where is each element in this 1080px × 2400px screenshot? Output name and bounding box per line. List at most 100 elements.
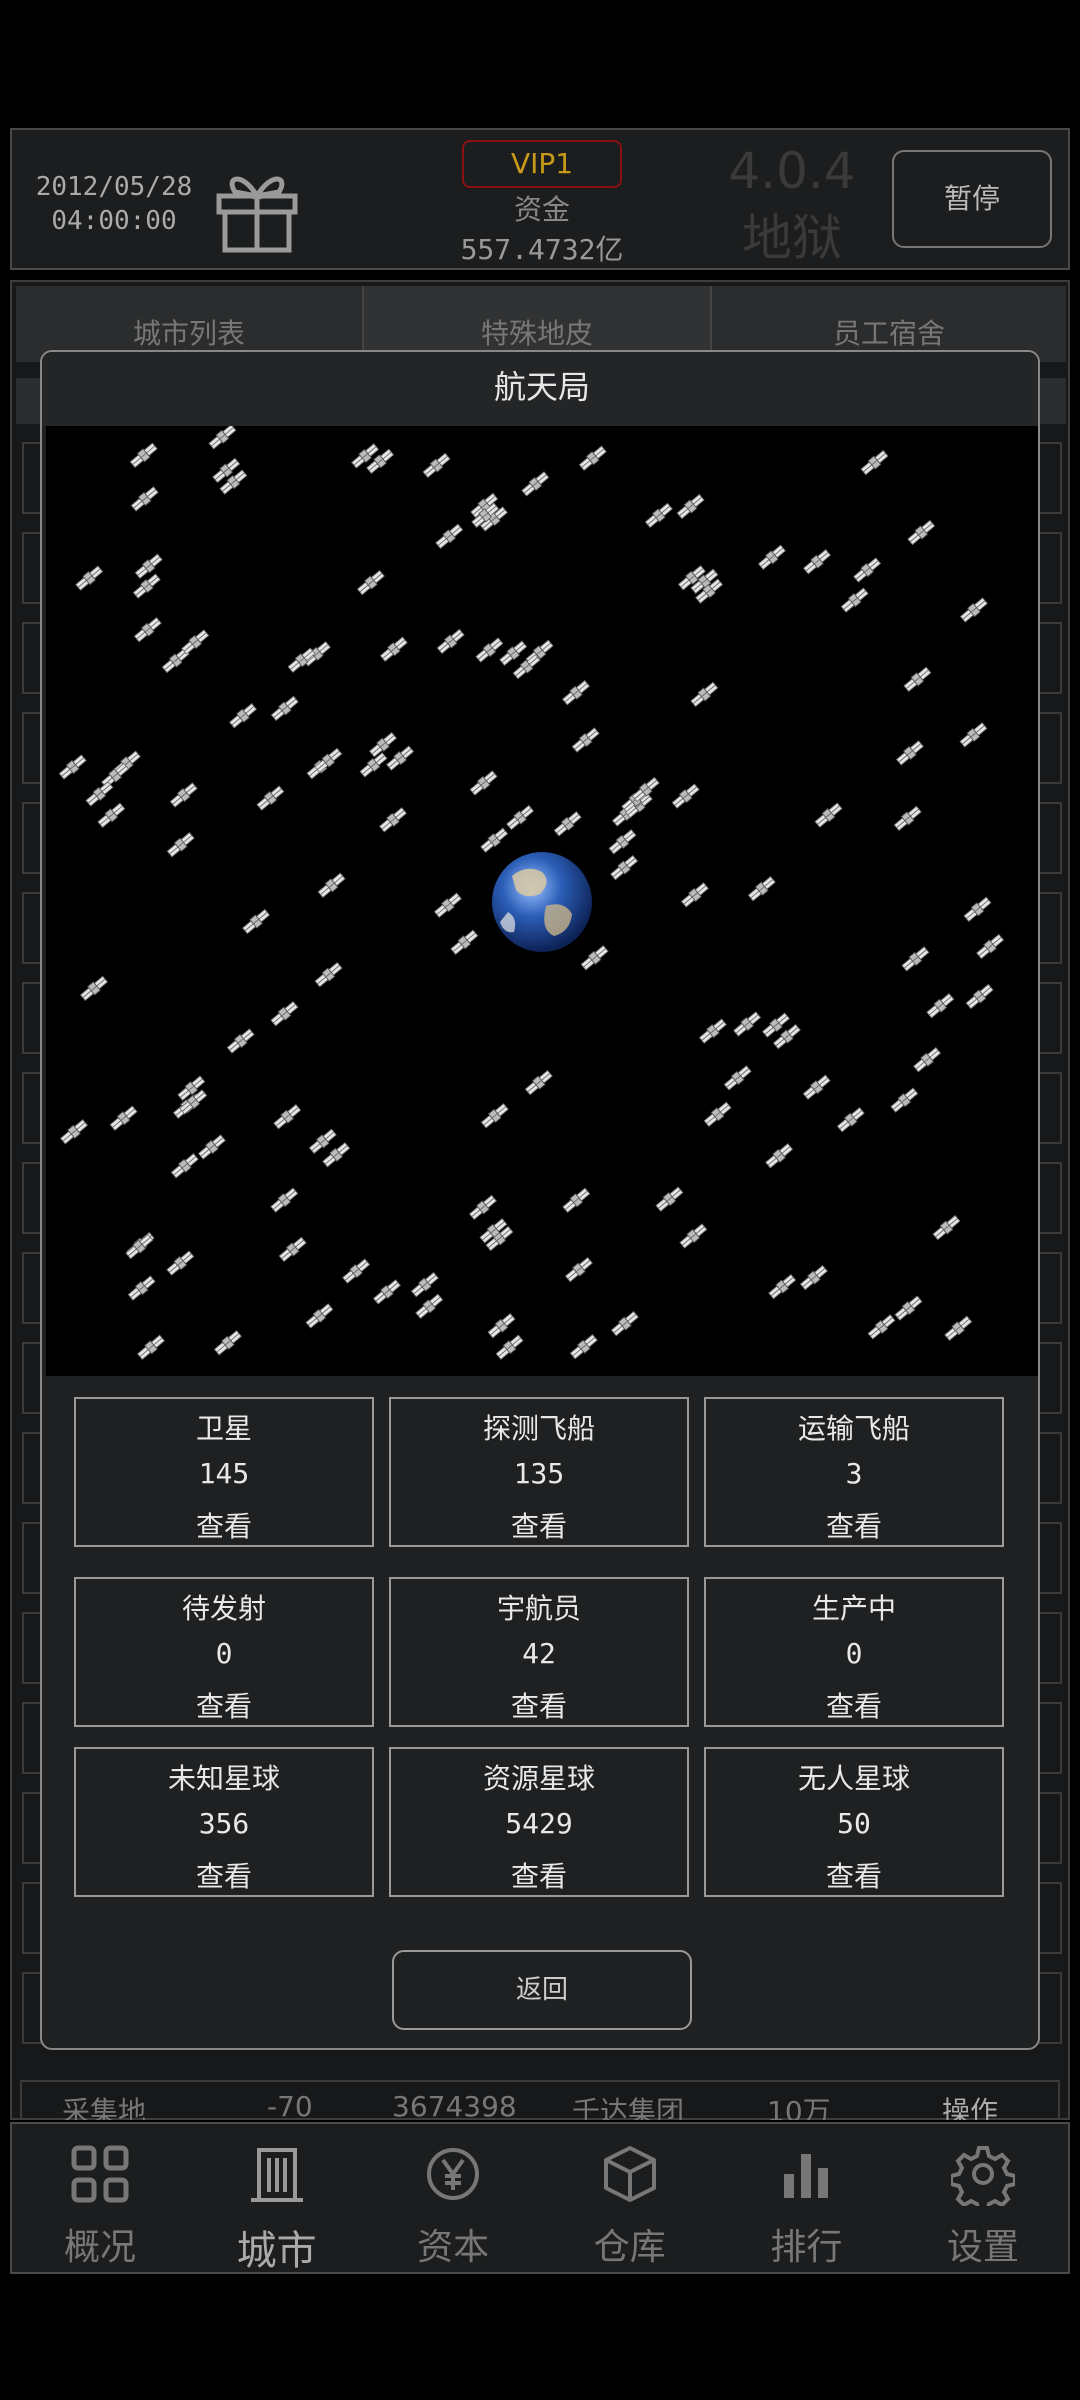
satellite-icon <box>494 1333 525 1362</box>
stat-value: 5429 <box>505 1807 573 1840</box>
stat-card: 资源星球 5429 查看 <box>389 1747 689 1897</box>
satellite-icon <box>675 492 706 521</box>
satellite-icon <box>272 1102 303 1131</box>
stat-label: 运输飞船 <box>797 1412 910 1445</box>
game-time: 04:00:00 <box>51 206 177 236</box>
satellite-icon <box>563 1255 594 1284</box>
satellite-icon <box>732 1010 763 1038</box>
satellite-icon <box>468 769 499 797</box>
nav-item-yen[interactable]: 资本 <box>365 2124 541 2272</box>
satellite-icon <box>912 1045 943 1074</box>
satellite-icon <box>434 522 465 551</box>
satellite-icon <box>689 680 720 709</box>
nav-label: 仓库 <box>593 2227 666 2268</box>
satellite-icon <box>523 1068 554 1097</box>
back-button[interactable]: 返回 <box>392 1950 692 2030</box>
satellite-icon <box>902 665 933 694</box>
satellite-icon <box>906 518 937 547</box>
view-button[interactable]: 查看 <box>391 1855 687 1895</box>
satellite-icon <box>212 1328 243 1357</box>
top-status-bar: 2012/05/28 04:00:00 VIP1 资金 557.4732亿 4.… <box>10 128 1070 270</box>
satellite-icon <box>552 809 583 838</box>
satellite-icon <box>561 678 591 707</box>
satellite-icon <box>859 448 890 477</box>
satellite-icon <box>802 547 832 576</box>
view-button[interactable]: 查看 <box>391 1505 687 1545</box>
satellite-icon <box>269 999 300 1028</box>
earth-icon <box>492 852 592 952</box>
satellite-icon <box>654 1185 685 1213</box>
satellite-icon <box>889 1086 920 1114</box>
view-button[interactable]: 查看 <box>391 1685 687 1725</box>
satellite-icon <box>670 782 701 810</box>
stat-label: 无人星球 <box>797 1762 910 1795</box>
list-cell: 10万 <box>767 2095 831 2120</box>
satellite-icon <box>378 635 409 664</box>
version-label: 4.0.4 <box>728 142 856 200</box>
view-button[interactable]: 查看 <box>76 1855 372 1895</box>
pause-button[interactable]: 暂停 <box>892 150 1052 248</box>
satellite-icon <box>577 444 608 473</box>
satellite-icon <box>643 501 674 530</box>
satellite-icon <box>756 543 787 572</box>
nav-item-box[interactable]: 仓库 <box>542 2124 718 2272</box>
satellite-icon <box>269 694 300 723</box>
satellite-icon <box>722 1064 753 1092</box>
satellite-icon <box>958 721 989 749</box>
satellite-icon <box>962 895 993 924</box>
satellite-icon <box>421 451 452 480</box>
game-datetime: 2012/05/28 04:00:00 <box>34 170 194 238</box>
satellite-icon <box>697 1017 728 1045</box>
gift-icon[interactable] <box>207 158 307 258</box>
stat-label: 未知星球 <box>167 1762 280 1795</box>
view-button[interactable]: 查看 <box>76 1685 372 1725</box>
satellite-icon <box>609 1309 640 1338</box>
stat-label: 待发射 <box>181 1592 266 1625</box>
vip-badge[interactable]: VIP1 <box>462 140 622 188</box>
satellite-icon <box>180 628 211 656</box>
list-item[interactable]: 采集地 -70 3674398 千达集团 10万 操作 <box>20 2080 1060 2120</box>
stat-label: 生产中 <box>811 1592 896 1625</box>
stat-value: 0 <box>845 1637 863 1670</box>
stat-card: 未知星球 356 查看 <box>74 1747 374 1897</box>
stat-card: 探测飞船 135 查看 <box>389 1397 689 1547</box>
difficulty-label: 地狱 <box>742 209 842 267</box>
satellite-icon <box>385 744 416 772</box>
fund-label: 资金 <box>513 193 570 226</box>
view-button[interactable]: 查看 <box>706 1505 1002 1545</box>
stat-card: 无人星球 50 查看 <box>704 1747 1004 1897</box>
satellite-icon <box>702 1100 733 1129</box>
view-button[interactable]: 查看 <box>76 1505 372 1545</box>
satellite-icon <box>894 739 925 767</box>
satellite-icon <box>207 422 238 451</box>
satellite-icon <box>486 1311 517 1340</box>
stat-value: 356 <box>198 1807 250 1840</box>
satellite-icon <box>839 586 870 614</box>
satellite-icon <box>835 1105 866 1134</box>
satellite-icon <box>467 1193 498 1222</box>
nav-item-gear[interactable]: 设置 <box>895 2124 1071 2272</box>
nav-label: 资本 <box>417 2227 490 2268</box>
satellite-icon <box>943 1314 974 1343</box>
game-date: 2012/05/28 <box>35 172 193 202</box>
satellite-icon <box>801 1073 832 1102</box>
satellite-icon <box>767 1272 798 1301</box>
satellite-icon <box>570 726 601 754</box>
satellite-icon <box>964 982 995 1011</box>
view-button[interactable]: 查看 <box>706 1685 1002 1725</box>
nav-item-building[interactable]: 城市 <box>189 2124 365 2274</box>
satellite-icon <box>607 827 638 856</box>
nav-item-bar-chart[interactable]: 排行 <box>718 2124 894 2272</box>
nav-item-grid[interactable]: 概况 <box>12 2124 188 2272</box>
satellite-icon <box>900 945 931 973</box>
view-button[interactable]: 查看 <box>706 1855 1002 1895</box>
row-action-button[interactable]: 操作 <box>942 2090 998 2120</box>
satellite-icon <box>409 1270 440 1299</box>
satellite-icon <box>136 1333 166 1362</box>
list-cell: -70 <box>267 2090 313 2120</box>
stat-value: 50 <box>837 1807 871 1840</box>
stat-label: 探测飞船 <box>482 1412 595 1445</box>
satellite-icon <box>132 615 163 644</box>
satellite-icon <box>165 1249 196 1277</box>
nav-label: 概况 <box>63 2227 136 2268</box>
